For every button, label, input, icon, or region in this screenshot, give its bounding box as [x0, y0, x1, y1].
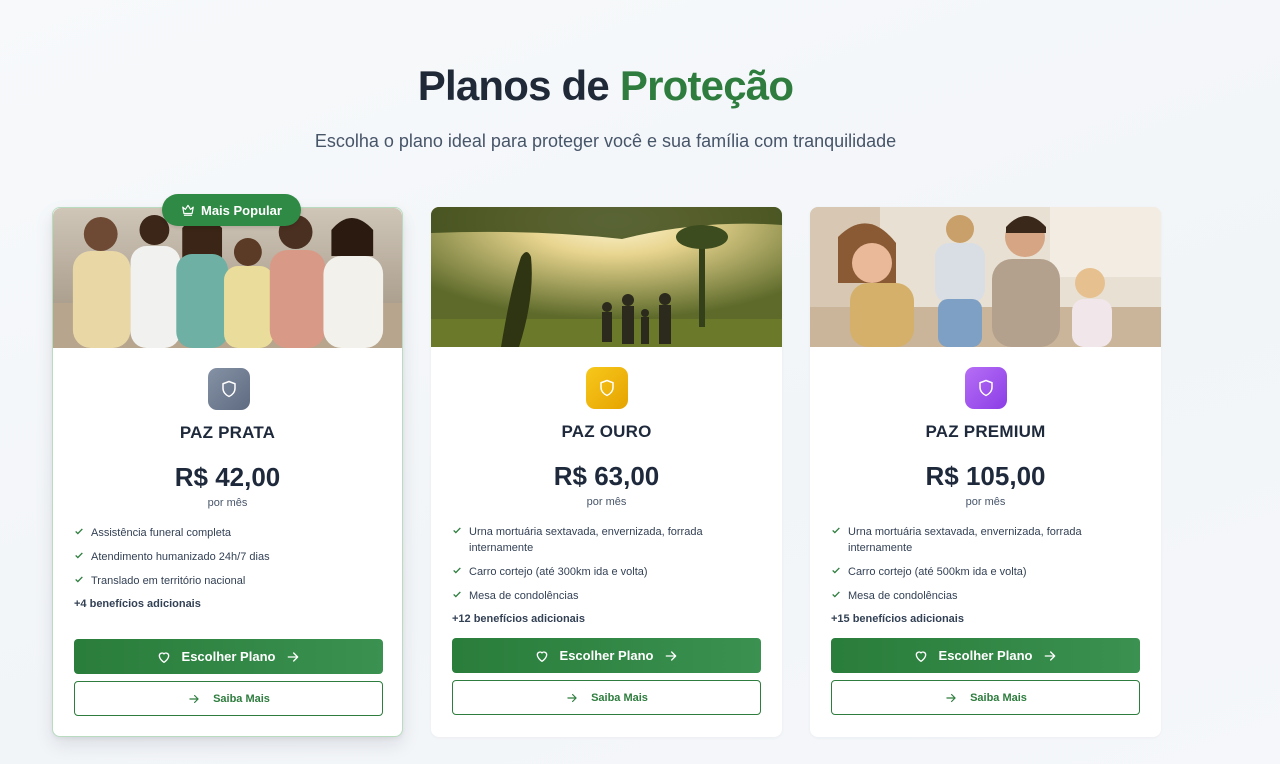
arrow-right-icon — [288, 651, 299, 662]
popular-badge-label: Mais Popular — [201, 202, 282, 218]
plan-name: PAZ PRATA — [179, 423, 276, 442]
popular-badge: Mais Popular — [162, 194, 301, 226]
choose-plan-label: Escolher Plano — [181, 649, 276, 664]
check-icon — [75, 528, 83, 535]
choose-plan-button[interactable]: Escolher Plano — [452, 638, 761, 673]
feature-list: Assistência funeral completa Atendimento… — [74, 525, 374, 620]
page-title: Planos de Proteção — [0, 62, 1211, 110]
heart-icon — [536, 650, 547, 662]
arrow-right-icon — [666, 650, 677, 661]
shield-icon — [979, 379, 993, 397]
check-icon — [75, 552, 83, 559]
arrow-right-icon — [946, 693, 956, 702]
choose-plan-label: Escolher Plano — [938, 648, 1033, 663]
family-playing-home-photo — [810, 207, 1161, 347]
choose-plan-label: Escolher Plano — [559, 648, 654, 663]
plan-card-premium: PAZ PREMIUM R$ 105,00 por mês Urna mortu… — [810, 207, 1161, 737]
feature-item: Mesa de condolências — [831, 588, 1131, 604]
heart-icon — [915, 650, 926, 662]
plan-card-ouro: PAZ OURO R$ 63,00 por mês Urna mortuária… — [431, 207, 782, 737]
shield-icon-box — [965, 367, 1007, 409]
feature-item: Carro cortejo (até 500km ida e volta) — [831, 564, 1131, 580]
shield-icon — [600, 379, 614, 397]
family-on-couch-photo — [53, 208, 402, 348]
crown-icon — [182, 204, 194, 216]
feature-item: Carro cortejo (até 300km ida e volta) — [452, 564, 752, 580]
plan-price: R$ 42,00 — [174, 462, 281, 492]
arrow-right-icon — [189, 694, 199, 703]
check-icon — [453, 591, 461, 598]
feature-item: Atendimento humanizado 24h/7 dias — [74, 549, 374, 565]
check-icon — [453, 527, 461, 534]
learn-more-button[interactable]: Saiba Mais — [831, 680, 1140, 715]
feature-text: Urna mortuária sextavada, envernizada, f… — [469, 526, 703, 554]
page-subtitle: Escolha o plano ideal para proteger você… — [314, 131, 897, 151]
page-title-main: Planos de — [417, 62, 610, 109]
feature-item: Assistência funeral completa — [74, 525, 374, 541]
arrow-right-icon — [567, 693, 577, 702]
plan-price: R$ 105,00 — [925, 461, 1046, 491]
plan-period: por mês — [207, 497, 248, 509]
shield-icon-box — [586, 367, 628, 409]
feature-text: Assistência funeral completa — [91, 527, 232, 539]
plan-price: R$ 63,00 — [553, 461, 660, 491]
plan-card-prata: Mais Popular PAZ PRATA R$ 42,00 por mês … — [52, 194, 403, 737]
feature-text: Atendimento humanizado 24h/7 dias — [91, 551, 270, 563]
shield-icon — [222, 380, 236, 398]
learn-more-button[interactable]: Saiba Mais — [452, 680, 761, 715]
choose-plan-button[interactable]: Escolher Plano — [74, 639, 383, 674]
feature-list: Urna mortuária sextavada, envernizada, f… — [452, 524, 752, 635]
feature-text: Translado em território nacional — [91, 575, 246, 587]
page-title-accent: Proteção — [619, 62, 794, 109]
arrow-right-icon — [1045, 650, 1056, 661]
learn-more-button[interactable]: Saiba Mais — [74, 681, 383, 716]
check-icon — [832, 591, 840, 598]
plan-name: PAZ PREMIUM — [925, 422, 1046, 441]
feature-list: Urna mortuária sextavada, envernizada, f… — [831, 524, 1131, 635]
plan-period: por mês — [965, 496, 1006, 508]
feature-text: Urna mortuária sextavada, envernizada, f… — [848, 526, 1082, 554]
feature-item: Urna mortuária sextavada, envernizada, f… — [831, 524, 1131, 556]
learn-more-label: Saiba Mais — [970, 691, 1027, 704]
shield-icon-box — [208, 368, 250, 410]
feature-item: Translado em território nacional — [74, 573, 374, 589]
check-icon — [832, 527, 840, 534]
extra-benefits-link[interactable]: +4 benefícios adicionais — [74, 596, 374, 612]
learn-more-label: Saiba Mais — [213, 692, 270, 705]
feature-item: Urna mortuária sextavada, envernizada, f… — [452, 524, 752, 556]
feature-text: Carro cortejo (até 300km ida e volta) — [469, 566, 648, 578]
learn-more-label: Saiba Mais — [591, 691, 648, 704]
plan-period: por mês — [586, 496, 627, 508]
heart-icon — [158, 651, 169, 663]
feature-text: Mesa de condolências — [848, 590, 958, 602]
choose-plan-button[interactable]: Escolher Plano — [831, 638, 1140, 673]
family-park-sunset-photo — [431, 207, 782, 347]
feature-item: Mesa de condolências — [452, 588, 752, 604]
check-icon — [832, 567, 840, 574]
plan-name: PAZ OURO — [561, 422, 652, 441]
check-icon — [75, 576, 83, 583]
extra-benefits-link[interactable]: +12 benefícios adicionais — [452, 611, 752, 627]
extra-benefits-link[interactable]: +15 benefícios adicionais — [831, 611, 1131, 627]
feature-text: Carro cortejo (até 500km ida e volta) — [848, 566, 1027, 578]
check-icon — [453, 567, 461, 574]
feature-text: Mesa de condolências — [469, 590, 579, 602]
